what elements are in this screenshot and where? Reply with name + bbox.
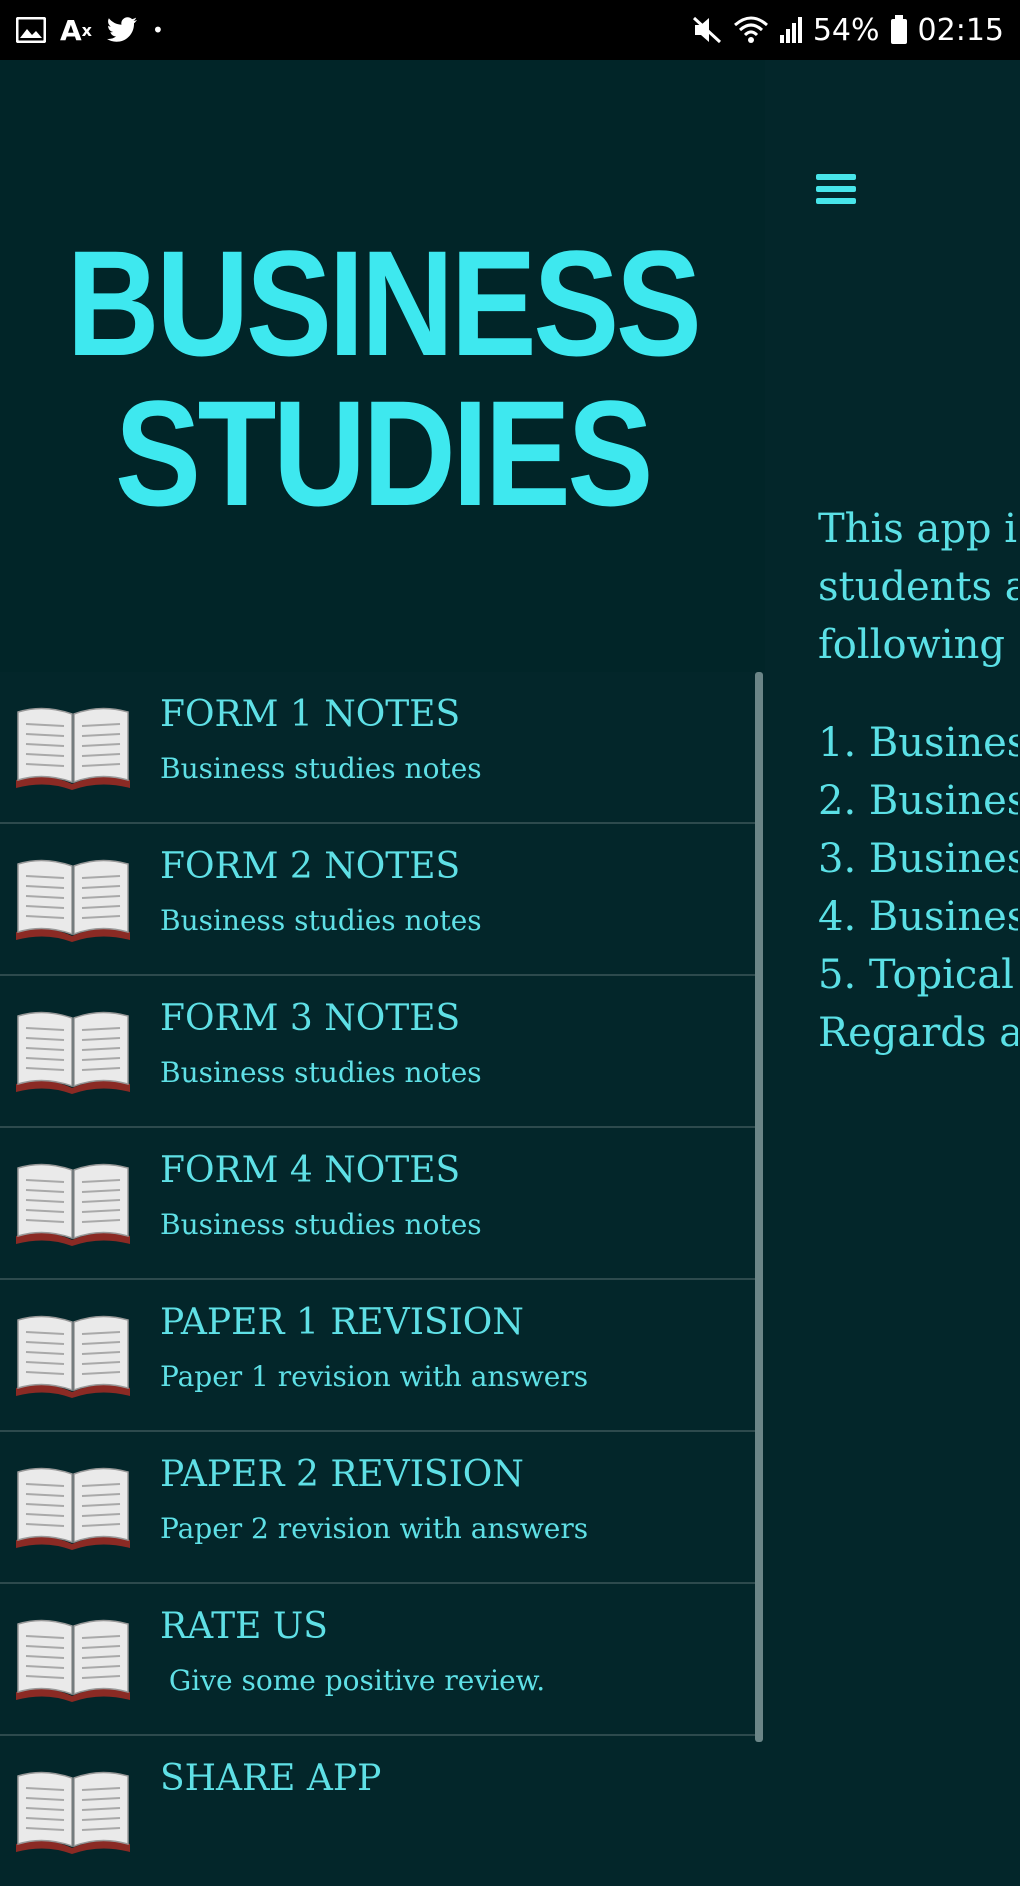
menu-item-label: FORM 4 NOTES (160, 1150, 461, 1191)
book-icon (12, 1614, 134, 1702)
app-title-line1: BUSINESS (66, 219, 702, 387)
regards-text: Regards a (818, 1010, 1018, 1056)
menu-item-subtitle: Paper 1 revision with answers (160, 1360, 589, 1393)
list-item: 3. Busines (818, 836, 1018, 882)
drawer-header: BUSINESS STUDIES (0, 60, 765, 672)
book-icon (12, 854, 134, 942)
book-icon (12, 1006, 134, 1094)
list-item: 5. Topical (818, 952, 1014, 998)
book-icon (12, 1462, 134, 1550)
menu-item-label: RATE US (160, 1606, 328, 1647)
app-title: BUSINESS STUDIES (54, 228, 712, 528)
menu-item-label: SHARE APP (160, 1758, 382, 1799)
status-bar-right: 54% 02:15 (691, 10, 1004, 50)
menu-item-subtitle: Give some positive review. (160, 1664, 546, 1697)
app-title-line2: STUDIES (114, 369, 653, 537)
mute-icon (691, 15, 723, 45)
main-text: This app i students a following 1. Busin… (818, 500, 1018, 1062)
menu-item-form-1-notes[interactable]: FORM 1 NOTES Business studies notes (0, 672, 760, 824)
book-icon (12, 1310, 134, 1398)
signal-icon (779, 15, 803, 45)
menu-item-share-app[interactable]: SHARE APP (0, 1736, 760, 1886)
book-icon (12, 1766, 134, 1854)
battery-percent: 54% (812, 12, 880, 48)
battery-icon (890, 15, 908, 45)
menu-item-label: FORM 3 NOTES (160, 998, 461, 1039)
intro-line: This app i (818, 506, 1018, 552)
menu-item-label: PAPER 1 REVISION (160, 1302, 524, 1343)
menu-item-subtitle: Business studies notes (160, 904, 482, 937)
drawer-scrollbar[interactable] (755, 672, 763, 1742)
menu-item-form-2-notes[interactable]: FORM 2 NOTES Business studies notes (0, 824, 760, 976)
image-icon (16, 17, 46, 43)
book-icon (12, 702, 134, 790)
menu-item-paper-1-revision[interactable]: PAPER 1 REVISION Paper 1 revision with a… (0, 1280, 760, 1432)
book-icon (12, 1158, 134, 1246)
twitter-icon (106, 17, 138, 43)
navigation-drawer: BUSINESS STUDIES FORM 1 NOTES Business s… (0, 60, 765, 1854)
status-bar: Ax • 54% 02:15 (0, 0, 1020, 60)
drawer-menu: FORM 1 NOTES Business studies notes FORM… (0, 672, 760, 1886)
dot-icon: • (152, 18, 164, 42)
menu-item-label: FORM 1 NOTES (160, 694, 461, 735)
main-list: 1. Busines 2. Busines 3. Busines 4. Busi… (818, 714, 1018, 1004)
list-item: 4. Busines (818, 894, 1018, 940)
list-item: 2. Busines (818, 778, 1018, 824)
hamburger-menu-icon[interactable] (812, 174, 860, 214)
clock: 02:15 (917, 12, 1004, 48)
intro-line: following (818, 622, 1005, 668)
menu-item-subtitle: Business studies notes (160, 752, 482, 785)
intro-line: students a (818, 564, 1018, 610)
menu-item-paper-2-revision[interactable]: PAPER 2 REVISION Paper 2 revision with a… (0, 1432, 760, 1584)
menu-item-form-3-notes[interactable]: FORM 3 NOTES Business studies notes (0, 976, 760, 1128)
menu-item-subtitle: Business studies notes (160, 1208, 482, 1241)
menu-item-label: PAPER 2 REVISION (160, 1454, 524, 1495)
menu-item-form-4-notes[interactable]: FORM 4 NOTES Business studies notes (0, 1128, 760, 1280)
menu-item-rate-us[interactable]: RATE US Give some positive review. (0, 1584, 760, 1736)
menu-item-label: FORM 2 NOTES (160, 846, 461, 887)
wifi-icon (733, 15, 769, 45)
translate-icon: Ax (60, 13, 92, 47)
status-bar-left: Ax • (16, 10, 164, 50)
menu-item-subtitle: Paper 2 revision with answers (160, 1512, 589, 1545)
list-item: 1. Busines (818, 720, 1018, 766)
menu-item-subtitle: Business studies notes (160, 1056, 482, 1089)
